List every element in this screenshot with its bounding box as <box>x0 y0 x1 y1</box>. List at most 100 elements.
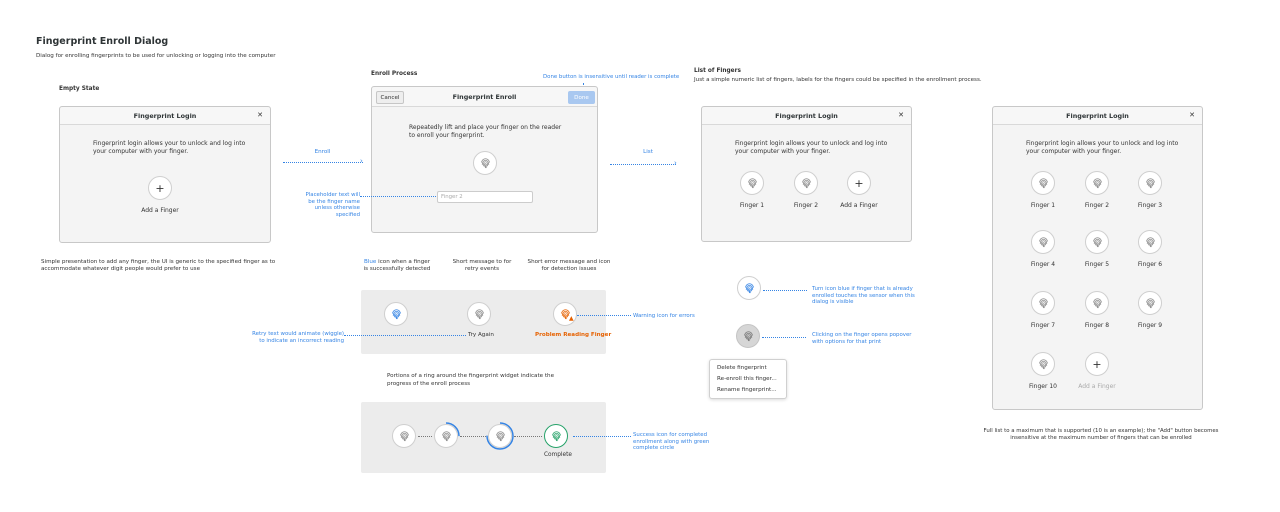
empty-state-dialog: Fingerprint Login ✕ Fingerprint login al… <box>59 106 271 243</box>
page-title: Fingerprint Enroll Dialog <box>36 36 169 47</box>
list-arrow-label: List <box>643 149 653 155</box>
finger-pressed[interactable] <box>736 324 760 348</box>
fingerprint-icon <box>1038 177 1048 188</box>
fingerprint-error <box>553 302 577 326</box>
finger-label: Finger 10 <box>1029 383 1057 390</box>
warning-note-line <box>577 315 631 316</box>
fingerprint-icon <box>399 430 409 441</box>
enroll-dialog: Cancel Fingerprint Enroll Done Repeatedl… <box>371 86 598 233</box>
empty-state-caption: Simple presentation to add any finger, t… <box>41 259 276 272</box>
fingerprint-detected <box>384 302 408 326</box>
add-finger-button[interactable]: + <box>1085 352 1109 376</box>
fingerprint-icon <box>747 177 757 188</box>
done-button[interactable]: Done <box>568 91 595 104</box>
step-line <box>460 436 486 437</box>
finger-label: Finger 6 <box>1137 261 1163 268</box>
full-list-dialog: Fingerprint Login ✕ Fingerprint login al… <box>992 106 1203 410</box>
finger-5-button[interactable] <box>1085 230 1109 254</box>
dialog-description: Fingerprint login allows your to unlock … <box>93 140 246 155</box>
fingerprint-icon <box>1145 236 1155 247</box>
progress-complete <box>544 424 568 448</box>
enrolled-finger-detected <box>737 276 761 300</box>
finger-6-button[interactable] <box>1138 230 1162 254</box>
placeholder-note: Placeholder text will be the finger name… <box>305 192 360 218</box>
finger-10-button[interactable] <box>1031 352 1055 376</box>
close-icon[interactable]: ✕ <box>898 111 904 119</box>
rename-item[interactable]: Rename fingerprint... <box>717 387 777 393</box>
finger-label: Finger 8 <box>1084 322 1110 329</box>
progress-0 <box>392 424 416 448</box>
empty-state-label: Empty State <box>59 86 100 92</box>
fingerprint-retry <box>467 302 491 326</box>
plus-icon: + <box>155 181 165 195</box>
arrow-head: › <box>360 157 363 165</box>
finger-label: Finger 7 <box>1030 322 1056 329</box>
click-note: Clicking on the finger opens popover wit… <box>812 332 912 345</box>
plus-icon: + <box>1092 357 1102 371</box>
finger-4-button[interactable] <box>1031 230 1055 254</box>
dialog-title: Fingerprint Enroll <box>452 93 517 101</box>
page-subtitle: Dialog for enrolling fingerprints to be … <box>36 53 276 59</box>
plus-icon: + <box>854 176 864 190</box>
fingerprint-icon <box>1038 358 1048 369</box>
close-icon[interactable]: ✕ <box>1189 111 1195 119</box>
progress-states-panel: Complete <box>361 402 606 473</box>
fingerprint-icon <box>1145 297 1155 308</box>
fingerprint-icon <box>744 282 754 293</box>
close-icon[interactable]: ✕ <box>257 111 263 119</box>
error-caption: Short error message and icon for detecti… <box>527 259 611 272</box>
finger-3-button[interactable] <box>1138 171 1162 195</box>
fingerprint-icon <box>1092 177 1102 188</box>
blue-icon-caption: Blue icon when a finger is successfully … <box>363 259 431 272</box>
fingerprint-icon <box>1092 236 1102 247</box>
progress-ring <box>432 422 460 450</box>
list-arrow <box>610 164 676 165</box>
placeholder-note-line <box>360 196 436 197</box>
fingerprint-icon <box>1038 297 1048 308</box>
finger-label: Finger 1 <box>1030 202 1056 209</box>
delete-fingerprint-item[interactable]: Delete fingerprint <box>717 365 767 371</box>
fingerprint-widget[interactable] <box>473 151 497 175</box>
input-placeholder: Finger 2 <box>441 194 463 200</box>
add-finger-label: Add a Finger <box>1078 383 1116 390</box>
fingerprint-icon <box>1145 177 1155 188</box>
step-line <box>514 436 542 437</box>
finger-1-button[interactable] <box>1031 171 1055 195</box>
finger-popover: Delete fingerprint Re-enroll this finger… <box>709 359 787 399</box>
problem-text: Problem Reading Finger <box>535 332 612 338</box>
success-note-line <box>573 436 631 437</box>
try-again-text: Try Again <box>468 332 494 338</box>
add-finger-button[interactable]: + <box>148 176 172 200</box>
add-finger-button[interactable]: + <box>847 171 871 195</box>
finger-7-button[interactable] <box>1031 291 1055 315</box>
progress-25 <box>432 422 460 450</box>
finger-label: Finger 2 <box>1084 202 1110 209</box>
finger-1-button[interactable] <box>740 171 764 195</box>
done-note: Done button is insensitive until reader … <box>543 74 680 80</box>
finger-name-input[interactable]: Finger 2 <box>437 191 533 203</box>
finger-list-dialog: Fingerprint Login ✕ Fingerprint login al… <box>701 106 912 242</box>
enroll-process-label: Enroll Process <box>371 71 418 77</box>
fingerprint-icon <box>801 177 811 188</box>
finger-label: Finger 5 <box>1084 261 1110 268</box>
step-line <box>418 436 432 437</box>
finger-2-button[interactable] <box>794 171 818 195</box>
arrow-head: › <box>674 159 677 167</box>
retry-note-line <box>344 335 466 336</box>
finger-2-button[interactable] <box>1085 171 1109 195</box>
dialog-title: Fingerprint Login <box>775 112 838 120</box>
warning-icon: ▲ <box>569 315 574 322</box>
fingerprint-icon <box>1038 236 1048 247</box>
progress-ring <box>486 422 514 450</box>
click-note-line <box>762 337 806 338</box>
finger-8-button[interactable] <box>1085 291 1109 315</box>
ring-caption: Portions of a ring around the fingerprin… <box>387 373 555 387</box>
fingerprint-icon <box>480 157 490 168</box>
finger-9-button[interactable] <box>1138 291 1162 315</box>
add-finger-label: Add a Finger <box>840 202 878 209</box>
fingerprint-icon <box>551 430 561 441</box>
enroll-arrow <box>283 162 363 163</box>
dialog-description: Fingerprint login allows your to unlock … <box>735 140 888 155</box>
fingerprint-icon <box>743 330 753 341</box>
reenroll-item[interactable]: Re-enroll this finger... <box>717 376 777 382</box>
